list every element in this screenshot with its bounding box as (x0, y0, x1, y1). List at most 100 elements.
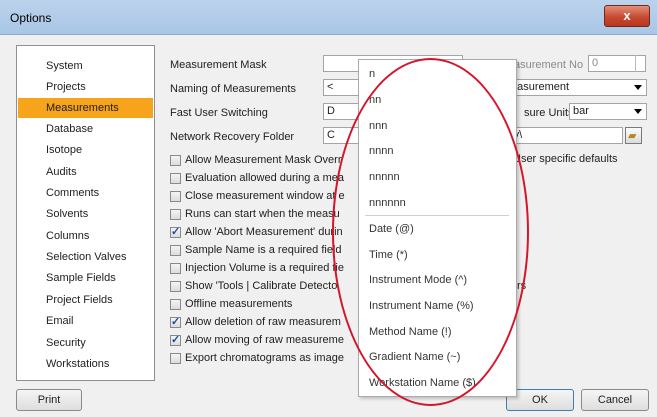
title-bar: Options x (0, 0, 657, 35)
sidebar-item-audits[interactable]: Audits (18, 162, 153, 182)
naming-value-right: easurement (511, 81, 570, 93)
checkbox[interactable] (170, 173, 181, 184)
print-button[interactable]: Print (16, 389, 82, 411)
checkbox[interactable] (170, 209, 181, 220)
menu-item-time[interactable]: Time (*) (369, 249, 408, 261)
naming-value: < (327, 81, 334, 93)
naming-dropdown[interactable]: < (323, 79, 359, 96)
checkbox-label: Allow moving of raw measureme (185, 334, 344, 346)
checkbox-checked[interactable] (170, 333, 181, 346)
sidebar-item-project-fields[interactable]: Project Fields (18, 290, 153, 310)
sidebar-item-label: Project Fields (46, 294, 113, 306)
sidebar-item-label: Measurements (46, 102, 119, 114)
sidebar-item-label: Isotope (46, 144, 83, 156)
checkbox[interactable] (170, 299, 181, 310)
sidebar-item-sample-fields[interactable]: Sample Fields (18, 268, 153, 288)
sidebar-item-projects[interactable]: Projects (18, 77, 153, 97)
user-specific-defaults-label[interactable]: User specific defaults (513, 153, 618, 165)
sidebar-item-workstations[interactable]: Workstations (18, 354, 153, 374)
sidebar-item-selection-valves[interactable]: Selection Valves (18, 247, 153, 267)
menu-item-nnnnn[interactable]: nnnnn (369, 171, 400, 183)
chevron-down-icon (634, 85, 642, 90)
menu-item-nn[interactable]: nn (369, 94, 381, 106)
sidebar-item-security[interactable]: Security (18, 333, 153, 353)
browse-folder-button[interactable]: ▰ (625, 127, 642, 144)
measurement-mask-label: Measurement Mask (170, 59, 267, 71)
options-window: Options x System Projects Measurements D… (0, 0, 657, 417)
naming-mask-menu: n nn nnn nnnn nnnnn nnnnnn Date (@) Time… (358, 59, 517, 397)
checkbox-label: Evaluation allowed during a mea (185, 172, 344, 184)
sidebar-item-measurements[interactable]: Measurements (18, 98, 153, 118)
checkbox[interactable] (170, 191, 181, 202)
checkbox-label: Show 'Tools | Calibrate Detecto (185, 280, 338, 292)
cancel-button[interactable]: Cancel (581, 389, 649, 411)
sidebar-item-label: Columns (46, 230, 90, 242)
measurement-no-spinner[interactable] (635, 55, 646, 72)
menu-item-date[interactable]: Date (@) (369, 223, 414, 235)
pressure-units-value: bar (573, 105, 589, 117)
checkbox-checked[interactable] (170, 315, 181, 328)
sidebar-item-label: Database (46, 123, 94, 135)
sidebar-item-comments[interactable]: Comments (18, 183, 153, 203)
checkbox-label: Offline measurements (185, 298, 293, 310)
checkbox-label: Close measurement window at e (185, 190, 345, 202)
close-button[interactable]: x (604, 5, 650, 27)
network-folder-input[interactable]: C (323, 127, 359, 144)
pressure-units-dropdown[interactable]: bar (569, 103, 647, 120)
sidebar-item-columns[interactable]: Columns (18, 226, 153, 246)
fast-user-switching-dropdown[interactable]: D (323, 103, 359, 120)
menu-item-nnn[interactable]: nnn (369, 120, 387, 132)
sidebar-item-label: Comments (46, 187, 100, 199)
menu-item-nnnn[interactable]: nnnn (369, 145, 393, 157)
checkbox[interactable] (170, 353, 181, 364)
sidebar-item-label: Projects (46, 81, 86, 93)
truncated-text: rs (517, 280, 527, 292)
sidebar-item-label: Email (46, 315, 74, 327)
close-icon: x (623, 8, 631, 23)
sidebar-item-isotope[interactable]: Isotope (18, 140, 153, 160)
menu-item-instrument-mode[interactable]: Instrument Mode (^) (369, 274, 467, 286)
sidebar-item-label: Sample Fields (46, 272, 116, 284)
options-category-list: System Projects Measurements Database Is… (16, 45, 155, 381)
checkbox[interactable] (170, 263, 181, 274)
menu-item-method-name[interactable]: Method Name (!) (369, 326, 452, 338)
sidebar-item-label: System (46, 60, 83, 72)
fast-user-switching-label: Fast User Switching (170, 107, 268, 119)
checkbox[interactable] (170, 281, 181, 292)
sidebar-item-label: Selection Valves (46, 251, 127, 263)
measurement-no-label: asurement No (514, 59, 584, 71)
sidebar-item-solvents[interactable]: Solvents (18, 204, 153, 224)
menu-item-gradient-name[interactable]: Gradient Name (~) (369, 351, 460, 363)
checkbox-label: Runs can start when the measu (185, 208, 340, 220)
chevron-down-icon (634, 109, 642, 114)
checkbox-label: Sample Name is a required field (185, 244, 342, 256)
sidebar-item-label: Solvents (46, 208, 89, 220)
pressure-units-label: sure Units (524, 107, 574, 119)
naming-dropdown-right[interactable]: easurement (507, 79, 647, 96)
sidebar-item-system[interactable]: System (18, 56, 153, 76)
menu-item-n[interactable]: n (369, 68, 375, 80)
sidebar-item-email[interactable]: Email (18, 311, 153, 331)
checkbox-label: Export chromatograms as image (185, 352, 344, 364)
fast-user-value: D (327, 105, 335, 117)
checkbox-label: Injection Volume is a required fie (185, 262, 344, 274)
checkbox-label: Allow Measurement Mask Overr (185, 154, 342, 166)
checkbox-checked[interactable] (170, 225, 181, 238)
network-folder-value: C (327, 129, 335, 141)
sidebar-item-label: Security (46, 337, 86, 349)
checkbox-label: Allow 'Abort Measurement' durin (185, 226, 343, 238)
network-folder-input-right[interactable]: ry\ (507, 127, 623, 144)
menu-item-workstation-name[interactable]: Workstation Name ($) (369, 377, 476, 389)
window-title: Options (10, 11, 52, 25)
menu-item-nnnnnn[interactable]: nnnnnn (369, 197, 406, 209)
sidebar-item-database[interactable]: Database (18, 119, 153, 139)
folder-icon: ▰ (628, 130, 637, 142)
menu-separator (365, 215, 509, 216)
network-recovery-folder-label: Network Recovery Folder (170, 131, 295, 143)
checkbox-label: Allow deletion of raw measurem (185, 316, 341, 328)
menu-item-instrument-name[interactable]: Instrument Name (%) (369, 300, 474, 312)
measurement-no-value: 0 (592, 57, 599, 69)
sidebar-item-label: Workstations (46, 358, 110, 370)
checkbox[interactable] (170, 155, 181, 166)
checkbox[interactable] (170, 245, 181, 256)
